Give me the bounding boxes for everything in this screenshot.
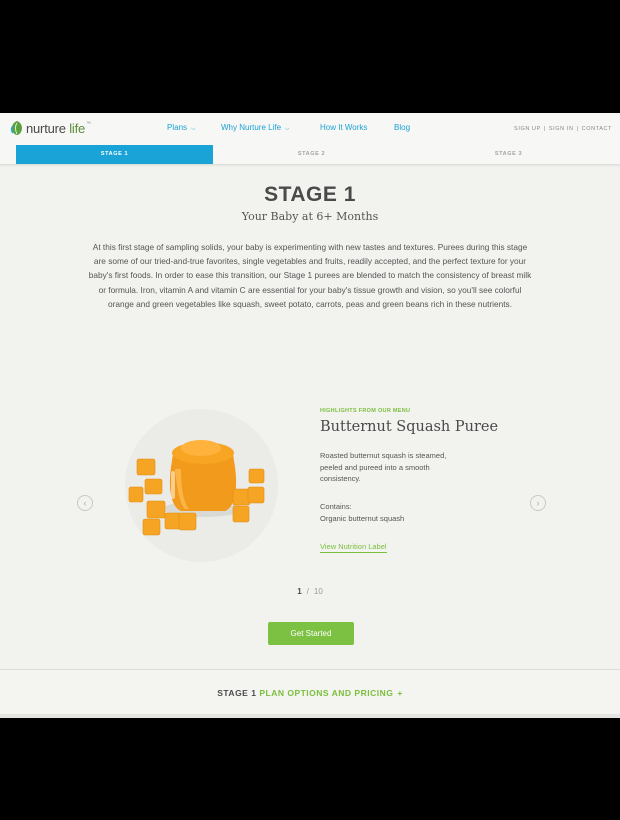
contains-label: Contains: (320, 502, 352, 511)
dish-description: Roasted butternut squash is steamed, pee… (320, 451, 447, 483)
site-header: nurture life™ Plans ⌵ Why Nurture Life ⌵ H… (0, 113, 620, 145)
carousel-next-button[interactable]: › (530, 495, 546, 511)
contact-link[interactable]: CONTACT (582, 126, 612, 132)
nav-item-how-it-works[interactable]: How It Works (320, 123, 367, 132)
logo[interactable]: nurture life™ (10, 120, 91, 136)
sign-up-link[interactable]: SIGN UP (514, 126, 541, 132)
view-nutrition-label-link[interactable]: View Nutrition Label (320, 542, 387, 553)
pager-separator: / (306, 587, 309, 596)
chevron-down-icon: ⌵ (285, 126, 290, 132)
plan-stage-text: STAGE 1 (217, 688, 257, 698)
sign-in-link[interactable]: SIGN IN (549, 126, 574, 132)
get-started-button[interactable]: Get Started (268, 622, 354, 645)
nav-label: How It Works (320, 123, 368, 132)
page-title: STAGE 1 (264, 183, 356, 206)
nav-item-why-nurture-life[interactable]: Why Nurture Life ⌵ (221, 123, 290, 133)
separator: | (543, 126, 546, 132)
nav-item-blog[interactable]: Blog (394, 123, 410, 132)
utility-links: SIGN UP | SIGN IN | CONTACT (514, 126, 612, 132)
pager-current: 1 (297, 587, 302, 596)
bottom-border (0, 714, 620, 718)
tab-stage-1[interactable]: STAGE 1 (16, 145, 213, 164)
intro-paragraph: At this first stage of sampling solids, … (88, 242, 532, 309)
chevron-down-icon: ⌵ (191, 126, 196, 132)
logo-text: nurture life™ (26, 120, 91, 136)
plan-options-text: PLAN OPTIONS AND PRICING (259, 688, 394, 698)
plan-options-toggle[interactable]: STAGE 1 PLAN OPTIONS AND PRICING + (0, 688, 620, 698)
page-subtitle: Your Baby at 6+ Months (241, 210, 379, 223)
dish-photo (125, 409, 278, 562)
stage-tabs: STAGE 1 STAGE 2 STAGE 3 (0, 145, 620, 165)
tab-stage-2[interactable]: STAGE 2 (213, 145, 410, 164)
highlight-label: HIGHLIGHTS FROM OUR MENU (320, 408, 411, 414)
nav-label: Plans (167, 123, 188, 132)
contains-value: Organic butternut squash (320, 514, 405, 523)
separator: | (576, 126, 579, 132)
leaf-logo-icon (10, 121, 22, 135)
nav-label: Blog (394, 123, 411, 132)
carousel-pager: 1 / 10 (0, 587, 620, 596)
page: nurture life™ Plans ⌵ Why Nurture Life ⌵ H… (0, 113, 620, 718)
tab-shadow (0, 164, 620, 167)
nav-item-plans[interactable]: Plans ⌵ (167, 123, 196, 133)
tab-stage-3[interactable]: STAGE 3 (410, 145, 607, 164)
nav-label: Why Nurture Life (221, 123, 282, 132)
chevron-left-icon: ‹ (83, 498, 87, 508)
dish-name: Butternut Squash Puree (320, 419, 499, 435)
pager-total: 10 (313, 587, 323, 596)
chevron-right-icon: › (536, 498, 540, 508)
plus-icon: + (397, 688, 403, 698)
squash-puree-illustration (125, 409, 278, 562)
carousel-prev-button[interactable]: ‹ (77, 495, 93, 511)
